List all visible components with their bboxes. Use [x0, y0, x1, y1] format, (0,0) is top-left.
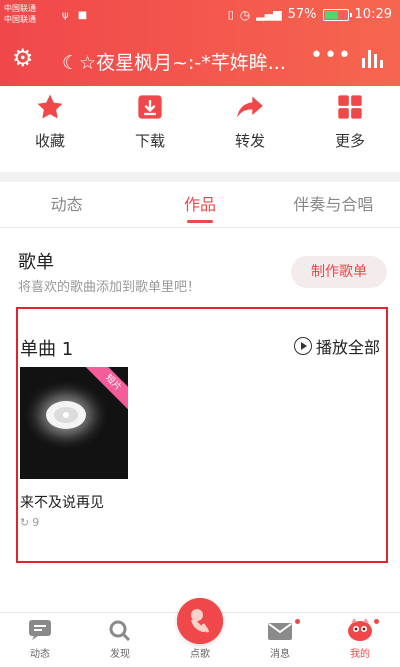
microphone-icon: [177, 598, 223, 644]
status-bar: 中国联通 中国联通 ψ ■ ▯ ◷ ▂▄▆ 57% 10:29: [0, 0, 400, 32]
carrier-info: 中国联通 中国联通: [4, 3, 36, 25]
chat-icon: [0, 613, 80, 641]
tab-works[interactable]: 作品: [133, 182, 266, 227]
title-bar: ⚙ ☾☆夜星枫月~:-*芊姩眸... •••: [0, 38, 400, 82]
music-bars-icon[interactable]: [362, 50, 384, 68]
nav-feed-label: 动态: [30, 649, 50, 660]
action-download[interactable]: 下载: [100, 86, 200, 166]
create-playlist-button[interactable]: 制作歌单: [291, 256, 387, 288]
tab-feed[interactable]: 动态: [0, 182, 133, 227]
nav-profile-label: 我的: [350, 649, 370, 660]
play-all-button[interactable]: 播放全部: [293, 334, 380, 358]
vibrate-icon: ▯: [227, 8, 234, 21]
action-favorite[interactable]: 收藏: [0, 86, 100, 166]
search-icon: [80, 613, 160, 641]
nav-feed[interactable]: 动态: [0, 613, 80, 667]
nav-messages-label: 消息: [270, 649, 290, 660]
play-circle-icon: [293, 337, 312, 355]
singles-title: 单曲 1: [20, 339, 74, 360]
carrier-1: 中国联通: [4, 4, 36, 13]
mail-icon: [240, 613, 320, 641]
action-more-label: 更多: [334, 132, 365, 150]
playlist-subtitle: 将喜欢的歌曲添加到歌单里吧！: [18, 280, 201, 295]
nav-sing-label: 点歌: [190, 649, 210, 660]
notification-dot: [295, 619, 300, 624]
action-share-label: 转发: [234, 132, 265, 150]
nav-discover-label: 发现: [110, 649, 130, 660]
action-row: 收藏 下载 转发 更多: [0, 86, 400, 166]
star-icon: [0, 92, 100, 122]
notification-dot: [374, 619, 379, 624]
profile-icon: [320, 613, 400, 641]
profile-name: ☾☆夜星枫月~:-*芊姩眸...: [62, 52, 286, 74]
signal-icon: ▂▄▆: [256, 8, 282, 21]
tab-accompaniment-chorus[interactable]: 伴奏与合唱: [267, 182, 400, 227]
gear-icon[interactable]: ⚙: [12, 44, 34, 72]
nav-profile[interactable]: 我的: [320, 613, 400, 667]
tab-bar: 动态 作品 伴奏与合唱: [0, 182, 400, 228]
playlist-title: 歌单: [18, 252, 54, 273]
app-notification-icon: ■: [77, 10, 88, 21]
status-right: ▯ ◷ ▂▄▆ 57% 10:29: [228, 7, 392, 22]
play-count: 9: [32, 516, 40, 529]
grid-icon: [300, 92, 400, 122]
song-plays: ↻ 9: [20, 516, 39, 529]
replay-icon: ↻: [20, 516, 30, 529]
section-divider: [0, 172, 400, 182]
clock: 10:29: [354, 7, 392, 22]
carrier-2: 中国联通: [4, 15, 36, 24]
sing-button[interactable]: [177, 598, 223, 644]
action-more[interactable]: 更多: [300, 86, 400, 166]
singles-section: 单曲 1 播放全部 短片 来不及说再见 ↻ 9: [16, 307, 388, 563]
play-all-label: 播放全部: [315, 338, 380, 357]
notification-icons: ψ ■: [62, 10, 93, 21]
alarm-icon: ◷: [239, 7, 251, 22]
action-share[interactable]: 转发: [200, 86, 300, 166]
nav-messages[interactable]: 消息: [240, 613, 320, 667]
usb-icon: ψ: [62, 10, 69, 21]
song-title[interactable]: 来不及说再见: [20, 492, 104, 512]
battery-icon: [322, 8, 352, 21]
more-options-icon[interactable]: •••: [310, 43, 352, 68]
song-cover[interactable]: 短片: [20, 367, 128, 479]
nav-discover[interactable]: 发现: [80, 613, 160, 667]
battery-percent: 57%: [287, 7, 317, 22]
download-icon: [100, 92, 200, 122]
action-favorite-label: 收藏: [34, 132, 65, 150]
share-arrow-icon: [200, 92, 300, 122]
action-download-label: 下载: [134, 132, 165, 150]
header: 中国联通 中国联通 ψ ■ ▯ ◷ ▂▄▆ 57% 10:29 ⚙ ☾☆夜星枫月…: [0, 0, 400, 86]
